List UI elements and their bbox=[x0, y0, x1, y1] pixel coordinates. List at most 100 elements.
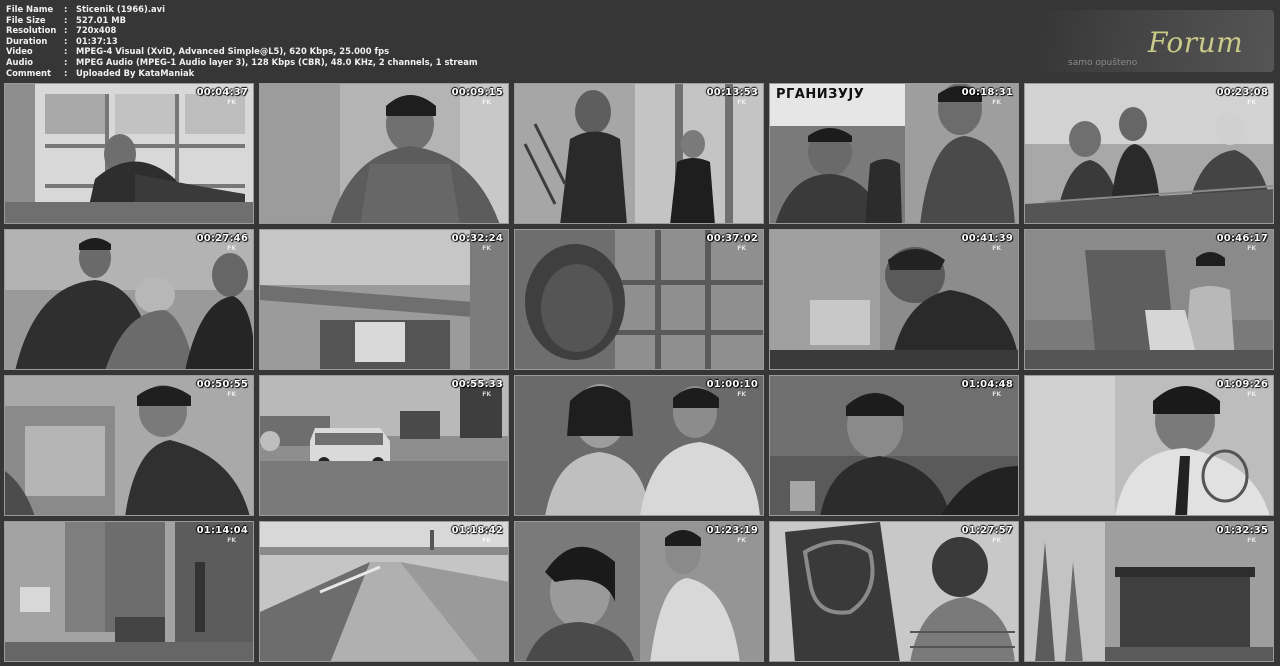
thumbnail-9[interactable]: 00:41:39 FK bbox=[769, 229, 1019, 370]
timestamp: 01:27:57 bbox=[961, 525, 1013, 536]
thumbnail-20[interactable]: 01:32:35 FK bbox=[1024, 521, 1274, 662]
thumbnail-12[interactable]: 00:55:33 FK bbox=[259, 375, 509, 516]
info-separator: : bbox=[64, 25, 68, 36]
info-label: Comment bbox=[6, 67, 51, 78]
thumbnail-19[interactable]: 01:27:57 FK bbox=[769, 521, 1019, 662]
thumbnail-18[interactable]: 01:23:19 FK bbox=[514, 521, 764, 662]
logo-word: Forum bbox=[1148, 26, 1244, 59]
frame-image bbox=[5, 230, 253, 369]
frame-image bbox=[260, 84, 508, 223]
timestamp: 00:27:46 bbox=[196, 233, 248, 244]
frame-image bbox=[770, 376, 1018, 515]
watermark: FK bbox=[1247, 537, 1256, 544]
info-separator: : bbox=[64, 46, 68, 57]
thumbnail-14[interactable]: 01:04:48 FK bbox=[769, 375, 1019, 516]
timestamp: 00:32:24 bbox=[451, 233, 503, 244]
thumbnail-grid: 00:04:37 FK 00:09:15 FK 00:13:53 FK РГАН… bbox=[4, 83, 1276, 664]
watermark: FK bbox=[1247, 391, 1256, 398]
watermark: FK bbox=[482, 245, 491, 252]
timestamp: 00:23:08 bbox=[1216, 87, 1268, 98]
info-row-resolution: Resolution : 720x408 bbox=[6, 25, 478, 36]
info-separator: : bbox=[64, 4, 68, 14]
watermark: FK bbox=[992, 391, 1001, 398]
timestamp: 00:37:02 bbox=[706, 233, 758, 244]
watermark: FK bbox=[227, 537, 236, 544]
info-row-video: Video : MPEG-4 Visual (XviD, Advanced Si… bbox=[6, 46, 478, 57]
info-value: Sticenik (1966).avi bbox=[76, 4, 165, 14]
watermark: FK bbox=[737, 99, 746, 106]
forum-logo: Forum samo opušteno bbox=[1040, 10, 1274, 72]
info-row-file-size: File Size : 527.01 MB bbox=[6, 15, 478, 26]
info-label: Audio bbox=[6, 56, 34, 67]
frame-image bbox=[770, 84, 1018, 223]
frame-image bbox=[1025, 230, 1273, 369]
watermark: FK bbox=[992, 245, 1001, 252]
info-value: MPEG Audio (MPEG-1 Audio layer 3), 128 K… bbox=[76, 56, 478, 67]
logo-subtitle: samo opušteno bbox=[1068, 58, 1138, 68]
info-separator: : bbox=[64, 56, 68, 67]
file-info-panel: File Name : Sticenik (1966).avi File Siz… bbox=[6, 4, 478, 78]
watermark: FK bbox=[737, 537, 746, 544]
info-value: 01:37:13 bbox=[76, 35, 118, 46]
timestamp: 01:23:19 bbox=[706, 525, 758, 536]
timestamp: 00:46:17 bbox=[1216, 233, 1268, 244]
thumbnail-7[interactable]: 00:32:24 FK bbox=[259, 229, 509, 370]
watermark: FK bbox=[482, 391, 491, 398]
watermark: FK bbox=[482, 537, 491, 544]
info-row-comment: Comment : Uploaded By KataManiak bbox=[6, 68, 478, 79]
thumbnail-11[interactable]: 00:50:55 FK bbox=[4, 375, 254, 516]
frame-image bbox=[1025, 522, 1273, 661]
watermark: FK bbox=[737, 391, 746, 398]
thumbnail-8[interactable]: 00:37:02 FK bbox=[514, 229, 764, 370]
thumbnail-4[interactable]: РГАНИЗУЈУ 00:18:31 FK bbox=[769, 83, 1019, 224]
watermark: FK bbox=[992, 99, 1001, 106]
frame-image bbox=[260, 522, 508, 661]
timestamp: 01:14:04 bbox=[196, 525, 248, 536]
thumbnail-3[interactable]: 00:13:53 FK bbox=[514, 83, 764, 224]
watermark: FK bbox=[227, 99, 236, 106]
timestamp: 00:09:15 bbox=[451, 87, 503, 98]
timestamp: 01:09:26 bbox=[1216, 379, 1268, 390]
thumbnail-15[interactable]: 01:09:26 FK bbox=[1024, 375, 1274, 516]
timestamp: 01:00:10 bbox=[706, 379, 758, 390]
info-label: File Name bbox=[6, 4, 54, 14]
thumbnail-16[interactable]: 01:14:04 FK bbox=[4, 521, 254, 662]
timestamp: 01:18:42 bbox=[451, 525, 503, 536]
thumbnail-1[interactable]: 00:04:37 FK bbox=[4, 83, 254, 224]
watermark: FK bbox=[737, 245, 746, 252]
timestamp: 00:04:37 bbox=[196, 87, 248, 98]
info-row-file-name: File Name : Sticenik (1966).avi bbox=[6, 4, 478, 15]
info-separator: : bbox=[64, 14, 68, 25]
info-value: Uploaded By KataManiak bbox=[76, 67, 195, 78]
timestamp: 00:55:33 bbox=[451, 379, 503, 390]
timestamp: 01:04:48 bbox=[961, 379, 1013, 390]
thumbnail-6[interactable]: 00:27:46 FK bbox=[4, 229, 254, 370]
info-separator: : bbox=[64, 67, 68, 78]
frame-image bbox=[770, 522, 1018, 661]
thumbnail-17[interactable]: 01:18:42 FK bbox=[259, 521, 509, 662]
frame-image bbox=[515, 522, 763, 661]
info-label: File Size bbox=[6, 14, 46, 25]
watermark: FK bbox=[482, 99, 491, 106]
thumbnail-5[interactable]: 00:23:08 FK bbox=[1024, 83, 1274, 224]
frame-image bbox=[5, 522, 253, 661]
frame-image bbox=[5, 84, 253, 223]
watermark: FK bbox=[1247, 99, 1256, 106]
watermark: FK bbox=[227, 391, 236, 398]
info-label: Duration bbox=[6, 35, 48, 46]
frame-image bbox=[5, 376, 253, 515]
watermark: FK bbox=[1247, 245, 1256, 252]
info-row-duration: Duration : 01:37:13 bbox=[6, 36, 478, 47]
timestamp: 00:18:31 bbox=[961, 87, 1013, 98]
frame-image bbox=[260, 230, 508, 369]
thumbnail-2[interactable]: 00:09:15 FK bbox=[259, 83, 509, 224]
frame-image bbox=[770, 230, 1018, 369]
frame-image bbox=[515, 230, 763, 369]
info-label: Video bbox=[6, 46, 33, 57]
thumbnail-13[interactable]: 01:00:10 FK bbox=[514, 375, 764, 516]
frame-image bbox=[515, 376, 763, 515]
info-value: 720x408 bbox=[76, 25, 117, 36]
thumbnail-10[interactable]: 00:46:17 FK bbox=[1024, 229, 1274, 370]
sign-text: РГАНИЗУЈУ bbox=[776, 87, 865, 102]
frame-image bbox=[515, 84, 763, 223]
